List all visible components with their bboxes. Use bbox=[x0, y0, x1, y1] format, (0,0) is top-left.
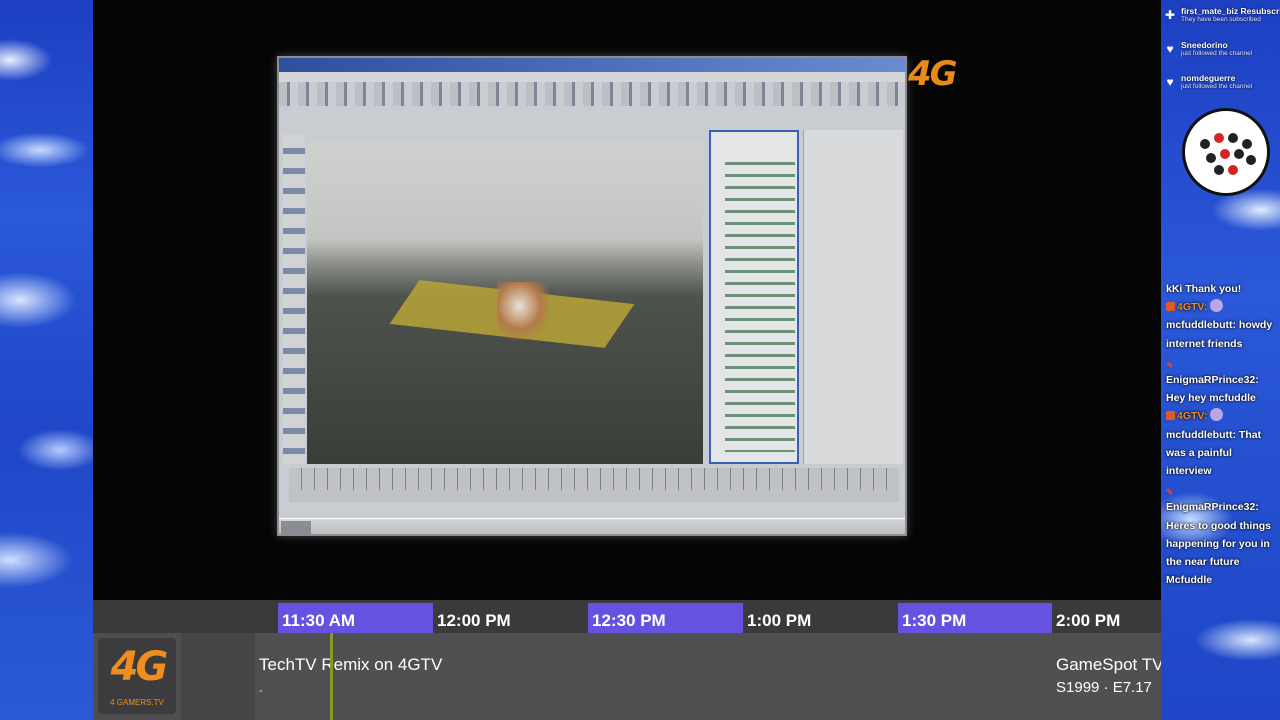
time-slot: 12:30 PM bbox=[588, 603, 743, 633]
message-user: 4GTV: bbox=[1177, 301, 1208, 314]
program-subtitle: - bbox=[259, 685, 263, 697]
heart-icon: ♥ bbox=[1166, 75, 1174, 89]
message-user: EnigmaRPrince32: bbox=[1166, 501, 1259, 514]
dots-logo-icon bbox=[1200, 131, 1256, 177]
channel-badge-icon bbox=[1166, 302, 1175, 312]
plus-icon: ✚ bbox=[1164, 8, 1176, 22]
program-episode: S1999 · E7.17 bbox=[1056, 679, 1152, 696]
time-slot: 1:30 PM bbox=[898, 603, 1052, 633]
alert-name: first_mate_biz Resubscribed bbox=[1181, 6, 1280, 16]
crt-screen-capture bbox=[277, 56, 907, 536]
time-slot: 2:00 PM bbox=[1052, 603, 1161, 633]
character-model bbox=[497, 282, 553, 342]
schedule-bar: 11:30 AM 12:00 PM 12:30 PM 1:00 PM 1:30 … bbox=[93, 600, 1161, 720]
message-user: EnigmaRPrince32: bbox=[1166, 374, 1259, 387]
logo-mark: 4G bbox=[110, 644, 169, 690]
schedule-row: 4G 4 GAMERS.TV TechTV Remix on 4GTV - Ga… bbox=[93, 633, 1161, 720]
next-program[interactable]: GameSpot TV S1999 · E7.17 bbox=[1049, 633, 1161, 720]
chat-message: mcfuddlebutt: That was a painful intervi… bbox=[1166, 426, 1278, 481]
tool-palette bbox=[283, 134, 305, 464]
chat-message: kKi Thank you! bbox=[1166, 280, 1278, 298]
start-button bbox=[281, 521, 311, 534]
alert-item: ✚ first_mate_biz Resubscribed They have … bbox=[1161, 6, 1280, 36]
outliner-panel bbox=[709, 130, 799, 464]
time-ruler: 11:30 AM 12:00 PM 12:30 PM 1:00 PM 1:30 … bbox=[93, 600, 1161, 633]
pencil-icon bbox=[1165, 488, 1174, 496]
message-user: 4GTV: bbox=[1177, 410, 1208, 423]
app-title-bar bbox=[279, 58, 905, 72]
attribute-panel bbox=[803, 130, 903, 464]
chat-message: 4GTV: bbox=[1166, 298, 1278, 316]
heart-icon: ♥ bbox=[1166, 42, 1174, 56]
time-slot: 1:00 PM bbox=[743, 603, 898, 633]
chat-message: EnigmaRPrince32: Heres to good things ha… bbox=[1165, 480, 1278, 589]
pencil-icon bbox=[1165, 360, 1174, 368]
alert-item: ♥ Sneedorino just followed the channel bbox=[1161, 40, 1280, 70]
left-background bbox=[0, 0, 93, 720]
message-text: kKi Thank you! bbox=[1166, 283, 1242, 295]
message-user: mcfuddlebutt: bbox=[1166, 319, 1236, 332]
message-user: mcfuddlebutt: bbox=[1166, 428, 1236, 441]
outliner-rows bbox=[725, 162, 795, 452]
chat-messages: kKi Thank you! 4GTV: mcfuddlebutt: howdy… bbox=[1165, 280, 1278, 589]
3d-viewport bbox=[307, 142, 703, 464]
channel-logo: 4G 4 GAMERS.TV bbox=[98, 638, 176, 714]
now-indicator bbox=[330, 633, 333, 720]
alert-sub: just followed the channel bbox=[1181, 50, 1253, 57]
message-text: Heres to good things happening for you i… bbox=[1166, 519, 1271, 587]
alert-sub: just followed the channel bbox=[1181, 83, 1253, 90]
time-slot: 12:00 PM bbox=[433, 603, 588, 633]
time-slot: 11:30 AM bbox=[278, 603, 433, 633]
channel-bug-logo: 4G bbox=[908, 54, 958, 94]
alert-name: nomdeguerre bbox=[1181, 73, 1236, 83]
alert-name: Sneedorino bbox=[1181, 40, 1228, 50]
chat-panel: ✚ first_mate_biz Resubscribed They have … bbox=[1161, 0, 1280, 610]
logo-subtext: 4 GAMERS.TV bbox=[110, 698, 164, 707]
emote-icon bbox=[1210, 408, 1224, 422]
message-text: Hey hey mcfuddle bbox=[1166, 392, 1256, 405]
chat-message: mcfuddlebutt: howdy internet friends bbox=[1166, 316, 1278, 352]
stream-overlay: 4G ✚ first_mate_biz Resubscribed They ha… bbox=[0, 0, 1280, 720]
timeline-ruler bbox=[289, 468, 899, 490]
alert-sub: They have been subscribed bbox=[1181, 16, 1261, 23]
alert-item: ♥ nomdeguerre just followed the channel bbox=[1161, 73, 1280, 103]
emote-icon bbox=[1210, 299, 1224, 313]
app-menu-bar bbox=[279, 72, 905, 82]
current-program[interactable]: TechTV Remix on 4GTV - bbox=[255, 633, 1047, 720]
chat-message: EnigmaRPrince32: Hey hey mcfuddle bbox=[1165, 353, 1278, 408]
past-slot bbox=[181, 633, 255, 720]
channel-badge-icon bbox=[1166, 411, 1175, 421]
app-toolbar bbox=[279, 82, 905, 106]
os-taskbar bbox=[279, 518, 905, 534]
program-title: TechTV Remix on 4GTV bbox=[259, 655, 443, 674]
channel-avatar bbox=[1182, 108, 1270, 196]
video-player[interactable]: 4G bbox=[93, 0, 1161, 600]
range-slider bbox=[289, 490, 899, 502]
chat-message: 4GTV: bbox=[1166, 407, 1278, 425]
program-title: GameSpot TV bbox=[1056, 655, 1161, 674]
